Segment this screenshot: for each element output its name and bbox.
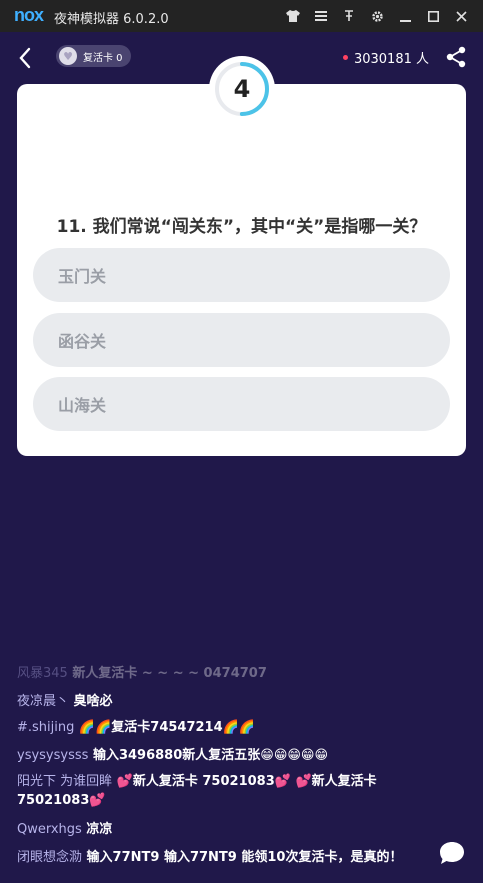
countdown-timer: 4 <box>209 56 275 122</box>
comment-text: 凉凉 <box>86 822 113 837</box>
comment-user: Qwerxhgs <box>17 822 82 837</box>
comment-text: 新人复活卡 ~ ~ ~ ~ 0474707 <box>72 666 267 681</box>
answer-option-2[interactable]: 函谷关 <box>33 313 450 367</box>
emulator-titlebar: nox 夜神模拟器 6.0.2.0 <box>0 0 483 32</box>
comment-user: #.shijing <box>17 720 75 735</box>
question-text: 11. 我们常说“闯关东”，其中“关”是指哪一关？ <box>56 217 427 237</box>
comment-text: 输入3496880新人复活五张😁😁😁😁😁 <box>92 748 329 763</box>
window-controls <box>279 6 475 26</box>
comment-item: 风暴345 新人复活卡 ~ ~ ~ ~ 0474707 <box>17 664 417 683</box>
back-button[interactable] <box>16 46 36 70</box>
answer-option-1[interactable]: 玉门关 <box>33 248 450 302</box>
chat-bubble-icon <box>440 842 464 864</box>
comment-item: ysysysysss 输入3496880新人复活五张😁😁😁😁😁 <box>17 746 417 765</box>
close-icon[interactable] <box>447 6 475 26</box>
settings-icon[interactable] <box>363 6 391 26</box>
pin-icon[interactable] <box>335 6 363 26</box>
comment-item: Qwerxhgs 凉凉 <box>17 820 417 839</box>
live-dot-icon <box>342 55 348 60</box>
share-icon <box>446 46 466 68</box>
share-button[interactable] <box>445 46 467 68</box>
maximize-icon[interactable] <box>419 6 447 26</box>
comment-user: ysysysysss <box>17 748 89 763</box>
comment-user: 风暴345 <box>17 666 68 681</box>
comment-text: 🌈🌈复活卡74547214🌈🌈 <box>78 720 256 735</box>
viewer-count-text: 3030181 人 <box>353 52 429 67</box>
comment-text: 臭啥必 <box>73 694 113 709</box>
comment-user: 夜凉晨丶 <box>17 694 70 709</box>
heart-icon: ♥ <box>59 47 77 65</box>
comment-text: 输入77NT9 输入77NT9 能领10次复活卡，是真的！ <box>86 850 403 865</box>
revive-card-badge[interactable]: ♥ 复活卡 0 <box>56 45 131 67</box>
question-card: 11. 我们常说“闯关东”，其中“关”是指哪一关？ 玉门关 函谷关 山海关 <box>17 84 466 456</box>
live-comment-feed: 风暴345 新人复活卡 ~ ~ ~ ~ 0474707 夜凉晨丶 臭啥必 #.s… <box>0 664 483 874</box>
live-viewer-count: 3030181 人 <box>342 48 429 67</box>
revive-card-label: 复活卡 0 <box>83 52 123 64</box>
minimize-icon[interactable] <box>391 6 419 26</box>
quiz-screen: ♥ 复活卡 0 3030181 人 11. 我们常说“闯关东”，其中“关”是指哪… <box>0 32 483 883</box>
comment-item: 闭眼想念泐 输入77NT9 输入77NT9 能领10次复活卡，是真的！ <box>17 848 437 867</box>
chevron-left-icon <box>19 47 31 69</box>
nox-logo: nox <box>14 5 44 25</box>
window-title: 夜神模拟器 6.0.2.0 <box>54 12 169 27</box>
comment-user: 闭眼想念泐 <box>17 850 83 865</box>
menu-icon[interactable] <box>307 6 335 26</box>
comment-item: 夜凉晨丶 臭啥必 <box>17 692 417 711</box>
shirt-icon[interactable] <box>279 6 307 26</box>
countdown-number: 4 <box>233 75 251 103</box>
comment-item: 阳光下 为谁回眸 💕新人复活卡 75021083💕 💕新人复活卡 7502108… <box>17 772 407 810</box>
chat-button[interactable] <box>438 840 466 866</box>
comment-user: 阳光下 为谁回眸 <box>17 774 113 789</box>
answer-option-3[interactable]: 山海关 <box>33 377 450 431</box>
comment-item: #.shijing 🌈🌈复活卡74547214🌈🌈 <box>17 718 417 737</box>
